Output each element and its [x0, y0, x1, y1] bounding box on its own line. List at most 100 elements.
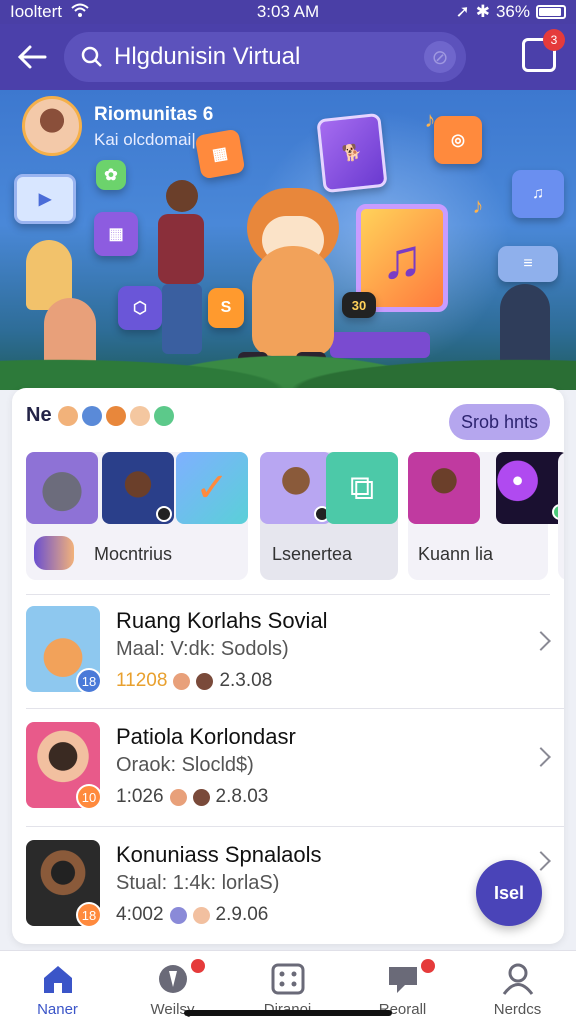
group-avatar-icon — [34, 536, 74, 570]
note-chip-icon: ♪ — [424, 107, 436, 132]
party-thumbnail — [408, 452, 480, 524]
viewer-avatar-icon — [173, 672, 191, 690]
room-title: Patiola Korlondasr — [116, 724, 296, 749]
room-count: 1:026 — [116, 786, 164, 807]
room-badge: 10 — [76, 784, 102, 810]
content-card: Ne Srob hnts ✓ Mocntrius ⧉ Lsenertea Kua… — [12, 388, 564, 944]
stage-lights-thumbnail — [496, 452, 564, 524]
nav-notification-dot — [421, 959, 435, 973]
room-badge: 18 — [76, 668, 102, 694]
search-icon — [81, 46, 102, 67]
dog-card-icon: 🐕 — [316, 112, 388, 194]
viewer-avatar-icon — [169, 788, 187, 806]
section-header: Ne — [26, 404, 174, 427]
video-screen-icon: ▶ — [14, 174, 76, 224]
viewer-avatar-icon — [196, 672, 214, 690]
hero-banner[interactable]: Riomunitas 6 Kai olcdomai| ▦ ✿ 🐕 ◎ ♪ ♫ ▶… — [0, 90, 576, 390]
bluetooth-icon: ✱ — [475, 2, 490, 21]
search-input[interactable]: Hlgdunisin Virtual — [114, 43, 424, 71]
featured-tile-partial[interactable] — [558, 452, 564, 580]
tile-label: Lsenertea — [272, 544, 353, 564]
fox-emoji-icon — [105, 405, 126, 426]
see-all-button[interactable]: Srob hnts — [448, 404, 550, 440]
tile-label: Kuann lia — [418, 544, 494, 564]
featured-strip: ✓ Mocntrius ⧉ Lsenertea Kuann lia — [26, 452, 564, 582]
mini-badge-icon — [156, 506, 172, 522]
card-chip-icon: ≡ — [498, 246, 558, 282]
banner-title: Riomunitas 6 — [94, 104, 214, 125]
section-title: Ne — [26, 404, 52, 426]
viewer-avatar-icon — [192, 906, 210, 924]
pill-chip-icon: ♪ — [472, 193, 484, 218]
voice-search-icon[interactable]: ⊘ — [424, 41, 456, 73]
search-bar[interactable]: Hlgdunisin Virtual ⊘ — [64, 32, 466, 82]
viewer-avatar-icon — [169, 906, 187, 924]
list-item[interactable]: 18 Ruang Korlahs Sovial Maal: V:dk: Sodo… — [12, 598, 564, 716]
featured-tile[interactable]: Kuann lia — [408, 452, 564, 580]
grid-icon — [271, 963, 305, 995]
leaf-chip-icon: ✿ — [96, 160, 126, 190]
message-thumbnail: ⧉ — [326, 452, 398, 524]
back-button[interactable] — [0, 24, 64, 90]
room-count: 4:002 — [116, 904, 164, 925]
chat-emoji-icon — [153, 405, 174, 426]
room-rating: 2.3.08 — [219, 670, 273, 691]
nav-item-home[interactable]: Naner — [0, 951, 115, 1024]
banner-foliage — [0, 320, 576, 390]
chat-icon — [389, 967, 417, 993]
divider — [26, 826, 564, 827]
host-thumbnail: 10 — [26, 722, 102, 810]
room-title: Ruang Korlahs Sovial — [116, 608, 328, 633]
host-avatar[interactable] — [22, 96, 82, 156]
notifications-button[interactable]: 3 — [522, 29, 565, 72]
home-indicator — [184, 1010, 392, 1016]
featured-tile[interactable]: ✓ Mocntrius — [26, 452, 248, 580]
fox-room-thumbnail: 18 — [26, 606, 102, 694]
face-emoji-icon — [57, 405, 78, 426]
cat-thumbnail — [26, 452, 98, 524]
badge-icon — [159, 965, 187, 993]
host-thumbnail: 18 — [26, 840, 102, 928]
music-card-icon: ♫ — [512, 170, 564, 218]
divider — [26, 708, 564, 709]
room-subtitle: Maal: V:dk: Sodols) — [116, 638, 289, 660]
nav-notification-dot — [191, 959, 205, 973]
room-rating: 2.9.06 — [215, 904, 269, 925]
chart-thumbnail: ✓ — [176, 452, 248, 524]
home-icon — [44, 966, 72, 993]
profile-icon — [502, 963, 534, 995]
target-chip-icon: ◎ — [434, 116, 482, 164]
person-thumbnail — [260, 452, 332, 524]
room-count: 11208 — [116, 670, 168, 691]
notification-badge: 3 — [543, 29, 565, 51]
floating-action-button[interactable]: Isel — [476, 860, 542, 926]
battery-icon — [536, 5, 566, 19]
room-meta: 1:026 2.8.03 — [116, 786, 268, 808]
room-meta: 4:002 2.9.06 — [116, 904, 268, 926]
chevron-right-icon — [531, 631, 551, 651]
chevron-right-icon — [531, 851, 551, 871]
smile-emoji-icon — [129, 405, 150, 426]
tile-label: Mocntrius — [94, 544, 173, 564]
viewer-avatar-icon — [192, 788, 210, 806]
room-subtitle: Oraok: Slocld$) — [116, 754, 254, 776]
room-title: Konuniass Spnalaols — [116, 842, 322, 867]
divider — [26, 594, 550, 595]
small-screen-chip: 30 — [342, 292, 376, 318]
photo-chip-icon: ▦ — [194, 128, 246, 180]
carrier-label: Iooltert — [10, 2, 62, 21]
battery-percent: 36% — [495, 2, 530, 21]
list-item[interactable]: 10 Patiola Korlondasr Oraok: Slocld$) 1:… — [12, 714, 564, 832]
status-bar: Iooltert 3:03 AM ➚ ✱ 36% — [0, 0, 576, 24]
nav-label: Naner — [37, 1001, 78, 1018]
room-badge: 18 — [76, 902, 102, 928]
room-meta: 11208 2.3.08 — [116, 670, 272, 692]
featured-tile[interactable]: ⧉ Lsenertea — [260, 452, 398, 580]
clock: 3:03 AM — [256, 2, 320, 21]
app-header: Hlgdunisin Virtual ⊘ 3 — [0, 24, 576, 90]
gamer-thumbnail — [102, 452, 174, 524]
banner-subtitle: Kai olcdomai| — [94, 130, 196, 149]
nav-item-profile[interactable]: Nerdcs — [460, 951, 575, 1024]
nav-label: Nerdcs — [493, 1001, 542, 1018]
location-icon: ➚ — [455, 2, 470, 21]
